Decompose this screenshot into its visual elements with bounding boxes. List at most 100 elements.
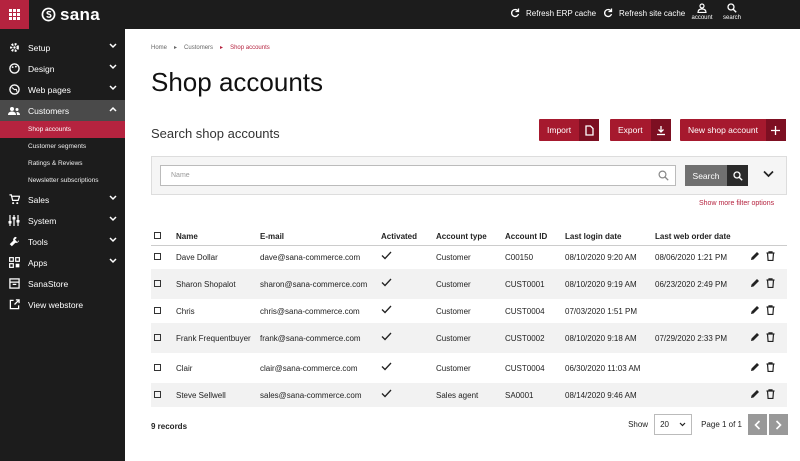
show-label: Show xyxy=(628,420,649,429)
chevron-right-icon: ▸ xyxy=(220,45,224,51)
column-header-email[interactable]: E-mail xyxy=(257,229,378,246)
cell-last-login: 08/10/2020 9:18 AM xyxy=(562,323,652,353)
import-button[interactable]: Import xyxy=(539,119,600,141)
search-button[interactable]: Search xyxy=(685,165,748,186)
sidebar-subitem-ratings-reviews[interactable]: Ratings & Reviews xyxy=(0,155,125,172)
refresh-icon xyxy=(604,8,613,18)
sidebar: Setup Design Web pages Customers Shop ac… xyxy=(0,29,125,461)
plus-icon xyxy=(765,119,786,141)
cell-email: sales@sana-commerce.com xyxy=(257,383,378,407)
column-header-account-type[interactable]: Account type xyxy=(433,229,502,246)
edit-icon[interactable] xyxy=(750,389,760,399)
page-info: Page 1 of 1 xyxy=(701,420,742,429)
cell-email: dave@sana-commerce.com xyxy=(260,252,361,262)
sidebar-item-sales[interactable]: Sales xyxy=(0,189,125,210)
chevron-down-icon xyxy=(109,43,117,49)
refresh-site-button[interactable]: Refresh site cache xyxy=(603,8,685,18)
row-checkbox[interactable] xyxy=(154,333,161,341)
row-checkbox[interactable] xyxy=(154,363,161,371)
apps-icon xyxy=(8,257,20,269)
row-checkbox[interactable] xyxy=(154,390,161,398)
edit-icon[interactable] xyxy=(750,251,760,261)
table-row[interactable]: Steve Sellwell sales@sana-commerce.com Sal… xyxy=(151,383,787,407)
cell-account-type: Customer xyxy=(436,252,471,262)
delete-icon[interactable] xyxy=(766,388,775,399)
delete-icon[interactable] xyxy=(766,277,775,288)
previous-page-button[interactable] xyxy=(748,414,767,435)
sidebar-item-apps[interactable]: Apps xyxy=(0,252,125,273)
sidebar-item-system[interactable]: System xyxy=(0,210,125,231)
edit-icon[interactable] xyxy=(750,332,760,342)
cell-account-id: SA0001 xyxy=(502,383,562,407)
top-search-button[interactable]: search xyxy=(717,3,747,21)
cell-last-login: 08/10/2020 9:20 AM xyxy=(565,252,637,262)
sidebar-item-web-pages[interactable]: Web pages xyxy=(0,79,125,100)
sidebar-item-sanastore[interactable]: SanaStore xyxy=(0,273,125,294)
column-header-last-login[interactable]: Last login date xyxy=(562,229,652,246)
cell-last-order: 08/06/2020 1:21 PM xyxy=(655,252,728,262)
table-row[interactable]: Chris chris@sana-commerce.com Customer CUST… xyxy=(151,299,787,323)
column-header-name[interactable]: Name xyxy=(173,229,257,246)
store-icon xyxy=(8,278,20,290)
show-more-filters-link[interactable]: Show more filter options xyxy=(699,200,774,207)
check-icon xyxy=(381,305,392,314)
sliders-icon xyxy=(8,215,20,227)
name-search-input[interactable]: Name xyxy=(160,165,676,186)
delete-icon[interactable] xyxy=(766,361,775,372)
chevron-down-icon xyxy=(109,64,117,70)
shop-accounts-table: Name E-mail Activated Account type Accou… xyxy=(151,229,787,407)
sidebar-item-tools[interactable]: Tools xyxy=(0,231,125,252)
table-row[interactable]: Frank Frequentbuyer frank@sana-commerce.c… xyxy=(151,323,787,353)
cell-account-id: C00150 xyxy=(505,252,534,262)
column-header-account-id[interactable]: Account ID xyxy=(502,229,562,246)
new-shop-account-button[interactable]: New shop account xyxy=(680,119,786,141)
edit-icon[interactable] xyxy=(750,362,760,372)
row-checkbox[interactable] xyxy=(154,306,161,314)
sidebar-item-customers[interactable]: Customers xyxy=(0,100,125,121)
search-icon xyxy=(658,170,669,181)
row-checkbox[interactable] xyxy=(154,252,161,260)
app-grid-button[interactable] xyxy=(0,0,29,29)
check-icon xyxy=(381,332,392,341)
row-checkbox[interactable] xyxy=(154,279,161,287)
table-row[interactable]: Clair clair@sana-commerce.com Customer CUST… xyxy=(151,353,787,383)
select-all-checkbox[interactable] xyxy=(154,232,161,240)
table-row[interactable]: Sharon Shopalot sharon@sana-commerce.com C… xyxy=(151,269,787,299)
cell-account-id: CUST0001 xyxy=(502,269,562,299)
delete-icon[interactable] xyxy=(766,304,775,315)
delete-icon[interactable] xyxy=(766,250,775,261)
cell-last-login: 07/03/2020 1:51 PM xyxy=(565,306,638,316)
sidebar-item-design[interactable]: Design xyxy=(0,58,125,79)
sidebar-subitem-newsletter-subscriptions[interactable]: Newsletter subscriptions xyxy=(0,172,125,189)
breadcrumb-customers[interactable]: Customers xyxy=(184,45,213,51)
sidebar-item-view-webstore[interactable]: View webstore xyxy=(0,294,125,315)
edit-icon[interactable] xyxy=(750,305,760,315)
chevron-down-icon[interactable] xyxy=(763,170,774,178)
next-page-button[interactable] xyxy=(769,414,788,435)
column-header-activated[interactable]: Activated xyxy=(378,229,433,246)
edit-icon[interactable] xyxy=(750,278,760,288)
cell-email: chris@sana-commerce.com xyxy=(260,306,360,316)
chevron-down-icon xyxy=(109,237,117,243)
breadcrumb-home[interactable]: Home xyxy=(151,45,167,51)
table-row[interactable]: Dave Dollar dave@sana-commerce.com Custome… xyxy=(151,245,787,269)
chevron-left-icon xyxy=(754,419,761,430)
search-section-title: Search shop accounts xyxy=(151,126,280,141)
sidebar-subitem-shop-accounts[interactable]: Shop accounts xyxy=(0,121,125,138)
page-size-select[interactable]: 20 xyxy=(654,414,693,435)
gear-icon xyxy=(8,42,20,54)
chevron-down-icon xyxy=(109,216,117,222)
cart-icon xyxy=(8,194,20,206)
chevron-down-icon xyxy=(109,85,117,91)
sidebar-subitem-customer-segments[interactable]: Customer segments xyxy=(0,138,125,155)
check-icon xyxy=(381,278,392,287)
filter-panel: Name Search xyxy=(151,156,787,195)
search-icon xyxy=(727,3,737,13)
sidebar-item-setup[interactable]: Setup xyxy=(0,37,125,58)
account-button[interactable]: account xyxy=(687,3,717,21)
sana-logo[interactable]: sana xyxy=(41,5,100,24)
refresh-erp-button[interactable]: Refresh ERP cache xyxy=(510,8,596,18)
column-header-last-order[interactable]: Last web order date xyxy=(652,229,747,246)
delete-icon[interactable] xyxy=(766,331,775,342)
export-button[interactable]: Export xyxy=(610,119,671,141)
